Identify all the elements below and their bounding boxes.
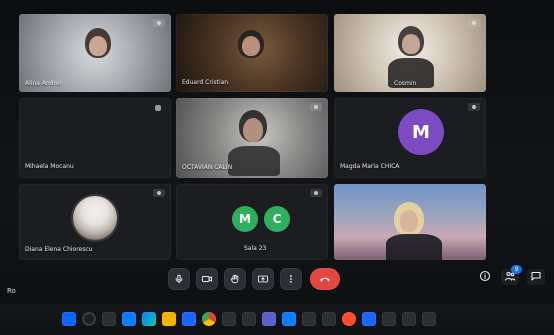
camera-on-indicator-icon — [153, 19, 165, 27]
participant-tile[interactable]: Alina Andrei — [19, 14, 171, 92]
edge-icon[interactable] — [142, 312, 156, 326]
camera-off-indicator-icon — [468, 103, 480, 111]
camera-icon — [201, 274, 213, 284]
mic-icon — [174, 274, 184, 284]
participant-avatar: C — [264, 206, 290, 232]
people-count-badge: 9 — [511, 265, 522, 274]
teams-icon[interactable] — [262, 312, 276, 326]
participant-avatar: M — [398, 109, 444, 155]
mail-icon[interactable] — [282, 312, 296, 326]
chrome-icon[interactable] — [202, 312, 216, 326]
participant-tile[interactable]: Cosmin — [334, 14, 486, 92]
participant-name: Sala 23 — [244, 245, 267, 252]
participant-name: Eduard Cristian — [182, 79, 229, 86]
participant-tile[interactable]: Eduard Cristian — [176, 14, 328, 92]
participant-tile[interactable]: OCTAVIAN CALIN — [176, 98, 328, 178]
info-icon — [479, 270, 491, 285]
participant-name: Magda Maria CHICA — [340, 163, 400, 170]
participant-tile[interactable]: Diana Elena Chiorescu — [19, 184, 171, 260]
task-view-icon[interactable] — [102, 312, 116, 326]
windows-start-icon[interactable] — [62, 312, 76, 326]
participant-tile[interactable] — [334, 184, 486, 260]
participant-face — [242, 36, 260, 56]
app-icon[interactable] — [362, 312, 376, 326]
hand-icon — [230, 274, 240, 284]
present-icon — [257, 274, 269, 284]
taskbar-icons — [60, 310, 480, 328]
app-icon[interactable] — [382, 312, 396, 326]
participant-name: Alina Andrei — [25, 80, 62, 87]
participant-tile[interactable]: M C Sala 23 — [176, 184, 328, 260]
participant-face — [89, 36, 107, 56]
camera-on-indicator-icon — [468, 19, 480, 27]
participant-name: Mihaela Mocanu — [25, 163, 74, 170]
widgets-icon[interactable] — [122, 312, 136, 326]
search-icon[interactable] — [82, 312, 96, 326]
camera-off-indicator-icon — [310, 189, 322, 197]
participant-face — [243, 118, 263, 142]
phone-hangup-icon — [318, 274, 332, 284]
app-icon[interactable] — [222, 312, 236, 326]
more-options-button[interactable] — [280, 268, 302, 290]
call-controls — [160, 268, 350, 296]
present-button[interactable] — [252, 268, 274, 290]
chat-button[interactable] — [527, 269, 545, 285]
raise-hand-button[interactable] — [224, 268, 246, 290]
participant-shirt — [386, 234, 442, 260]
participant-name: Cosmin — [394, 80, 417, 87]
more-icon — [286, 274, 296, 284]
chat-icon — [530, 270, 542, 285]
people-button[interactable]: 9 — [501, 265, 522, 285]
microphone-button[interactable] — [168, 268, 190, 290]
info-button[interactable] — [477, 269, 493, 285]
screen: Alina Andrei Eduard Cristian Cosmin Miha… — [0, 0, 554, 335]
video-grid: Alina Andrei Eduard Cristian Cosmin Miha… — [14, 12, 496, 260]
app-icon[interactable] — [402, 312, 416, 326]
camera-button[interactable] — [196, 268, 218, 290]
app-icon[interactable] — [322, 312, 336, 326]
app-icon[interactable] — [242, 312, 256, 326]
store-icon[interactable] — [182, 312, 196, 326]
bottom-left-label: Ro — [7, 287, 16, 295]
camera-on-indicator-icon — [310, 103, 322, 111]
meeting-right-controls: 9 — [477, 265, 547, 290]
app-icon[interactable] — [342, 312, 356, 326]
app-icon[interactable] — [422, 312, 436, 326]
participant-avatar: M — [232, 206, 258, 232]
app-icon[interactable] — [302, 312, 316, 326]
participant-tile[interactable]: M Magda Maria CHICA — [334, 98, 486, 178]
participant-avatar-photo — [73, 196, 117, 240]
camera-off-indicator-icon — [153, 189, 165, 197]
participant-name: OCTAVIAN CALIN — [182, 164, 233, 171]
participant-name: Diana Elena Chiorescu — [25, 246, 93, 253]
participant-face — [400, 210, 418, 232]
leave-call-button[interactable] — [310, 268, 340, 290]
taskbar — [0, 304, 554, 335]
participant-shirt — [228, 146, 280, 176]
participant-tile[interactable]: Mihaela Mocanu — [19, 98, 171, 178]
participant-face — [402, 34, 420, 54]
file-explorer-icon[interactable] — [162, 312, 176, 326]
mic-muted-icon — [155, 105, 161, 111]
